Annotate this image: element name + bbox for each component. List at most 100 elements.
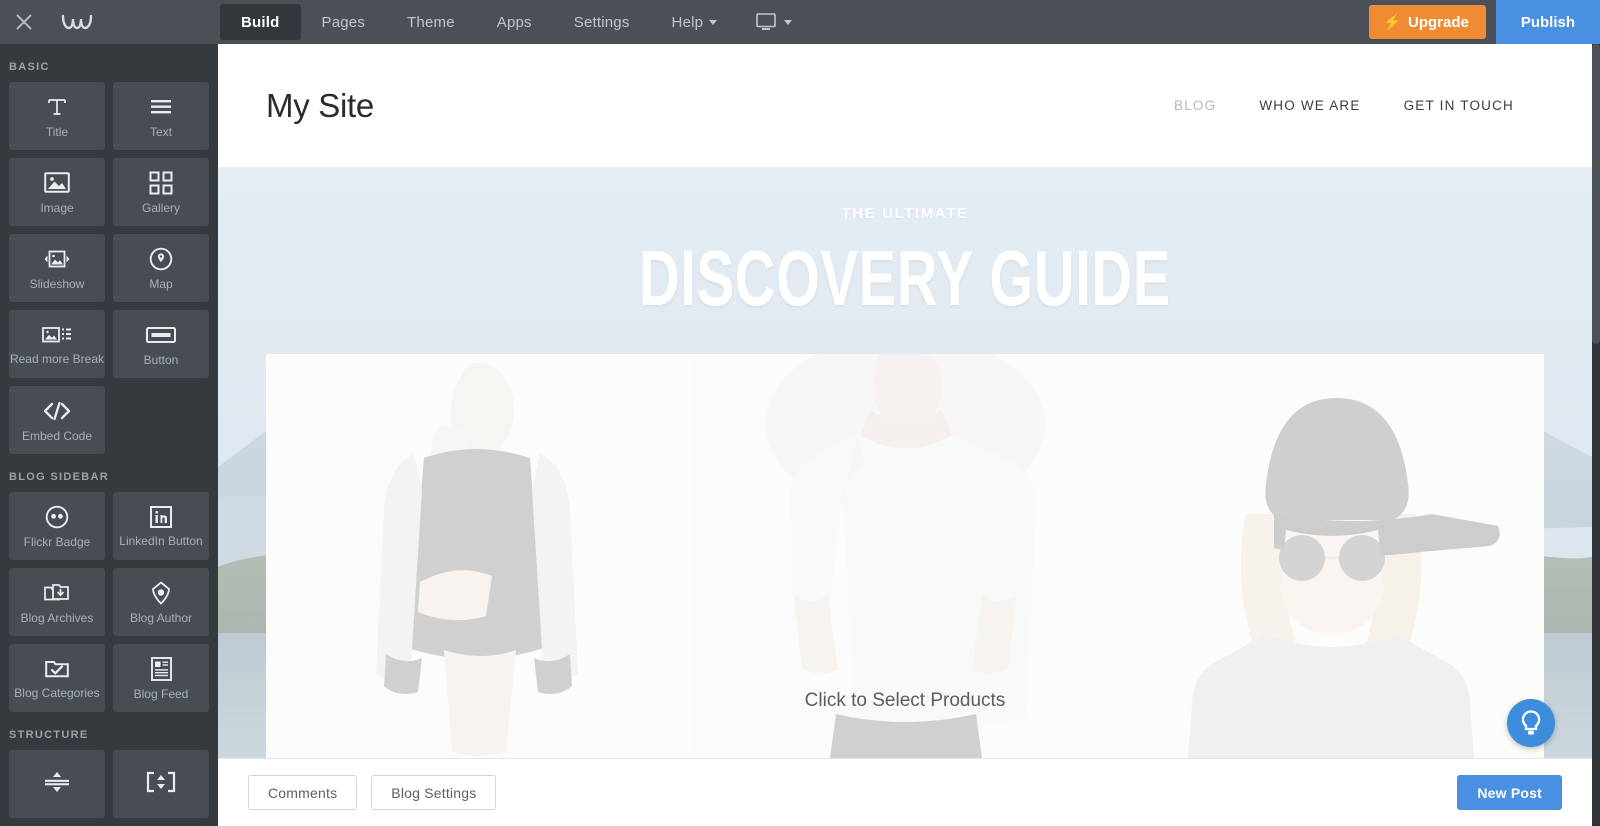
sidebar-item-label: Blog Categories	[14, 686, 100, 700]
nav-apps-label: Apps	[496, 13, 532, 31]
select-products-label[interactable]: Click to Select Products	[266, 690, 1544, 712]
lightning-bolt-icon: ⚡	[1383, 13, 1402, 31]
nav-pages-label: Pages	[321, 13, 366, 31]
nav-theme[interactable]: Theme	[386, 0, 476, 44]
blog-settings-label: Blog Settings	[391, 784, 477, 801]
nav-build-label: Build	[241, 13, 280, 31]
top-actions: ⚡ Upgrade Publish	[1369, 0, 1600, 44]
sidebar-item-label: Gallery	[141, 200, 180, 215]
nav-apps[interactable]: Apps	[476, 0, 553, 44]
sidebar-item-spacer[interactable]	[9, 750, 105, 818]
sidebar-item-pocket[interactable]	[113, 750, 209, 818]
sidebar-item-read-more-break[interactable]: Read more Break	[9, 310, 105, 378]
sidebar-item-label: Button	[143, 352, 179, 367]
sidebar-item-text[interactable]: Text	[113, 82, 209, 150]
new-post-label: New Post	[1477, 784, 1542, 801]
gallery-grid-icon	[149, 170, 173, 196]
publish-label: Publish	[1520, 13, 1575, 31]
sidebar-item-gallery[interactable]: Gallery	[113, 158, 209, 226]
desktop-monitor-icon	[756, 13, 777, 30]
weebly-editor: Build Pages Theme Apps Settings Help ⚡ U…	[0, 0, 1600, 826]
sidebar-item-embed-code[interactable]: Embed Code	[9, 386, 105, 454]
comments-label: Comments	[268, 784, 338, 801]
read-more-break-icon	[42, 322, 72, 348]
chevron-down-icon	[709, 19, 718, 25]
slideshow-icon	[42, 246, 72, 272]
upgrade-label: Upgrade	[1407, 13, 1469, 31]
publish-button[interactable]: Publish	[1495, 0, 1600, 44]
site-nav-get-in-touch[interactable]: GET IN TOUCH	[1404, 98, 1514, 113]
sidebar-item-slideshow[interactable]: Slideshow	[9, 234, 105, 302]
sidebar-item-label: Slideshow	[29, 276, 85, 291]
new-post-button[interactable]: New Post	[1457, 775, 1562, 810]
comments-button[interactable]: Comments	[248, 775, 358, 810]
nav-theme-label: Theme	[407, 13, 455, 31]
site-nav-blog[interactable]: BLOG	[1174, 98, 1216, 113]
sidebar-item-label: Read more Break	[9, 352, 105, 366]
sidebar-item-blog-categories[interactable]: Blog Categories	[9, 644, 105, 712]
site-nav-who-we-are[interactable]: WHO WE ARE	[1259, 98, 1360, 113]
nav-build[interactable]: Build	[220, 4, 301, 40]
sidebar-item-flickr-badge[interactable]: Flickr Badge	[9, 492, 105, 560]
sidebar-item-map[interactable]: Map	[113, 234, 209, 302]
sidebar-item-title[interactable]: Title	[9, 82, 105, 150]
sidebar-item-label: Text	[149, 124, 172, 139]
title-T-icon	[46, 94, 68, 120]
top-toolbar: Build Pages Theme Apps Settings Help ⚡ U…	[0, 0, 1600, 44]
map-pin-icon	[149, 246, 173, 272]
blog-categories-icon	[45, 656, 69, 682]
device-preview-switcher[interactable]	[738, 0, 810, 44]
site-title[interactable]: My Site	[266, 87, 374, 125]
nav-settings[interactable]: Settings	[553, 0, 651, 44]
elements-sidebar[interactable]: BASIC Title Text Image Gallery Slideshow…	[0, 44, 218, 826]
blog-feed-icon	[150, 656, 172, 682]
sidebar-item-label: Flickr Badge	[23, 534, 91, 549]
site-preview-canvas[interactable]: My Site BLOG WHO WE ARE GET IN TOUCH THE…	[218, 44, 1592, 826]
sidebar-item-linkedin-button[interactable]: LinkedIn Button	[113, 492, 209, 560]
chevron-down-icon	[784, 19, 793, 25]
spacer-divider-icon	[42, 769, 72, 795]
sidebar-item-image[interactable]: Image	[9, 158, 105, 226]
blog-archives-icon	[44, 580, 70, 606]
canvas-scrollbar[interactable]	[1592, 44, 1600, 826]
embed-code-icon	[42, 398, 72, 424]
canvas-scrollbar-thumb[interactable]	[1592, 44, 1600, 344]
site-nav: BLOG WHO WE ARE GET IN TOUCH	[1174, 98, 1544, 113]
blog-author-icon	[149, 580, 173, 606]
sidebar-item-label: Embed Code	[21, 428, 93, 443]
sidebar-item-blog-feed[interactable]: Blog Feed	[113, 644, 209, 712]
close-icon	[16, 14, 32, 30]
weebly-logo-button[interactable]	[48, 0, 106, 44]
blog-settings-button[interactable]: Blog Settings	[371, 775, 497, 810]
help-assistant-button[interactable]	[1507, 699, 1555, 747]
site-header[interactable]: My Site BLOG WHO WE ARE GET IN TOUCH	[218, 44, 1592, 167]
sidebar-heading-basic: BASIC	[9, 61, 50, 73]
flickr-badge-icon	[45, 504, 69, 530]
sidebar-item-label: Blog Archives	[20, 610, 94, 625]
sidebar-group-structure	[9, 750, 209, 818]
sidebar-item-label: Blog Feed	[133, 686, 189, 701]
sidebar-item-blog-archives[interactable]: Blog Archives	[9, 568, 105, 636]
sidebar-item-blog-author[interactable]: Blog Author	[113, 568, 209, 636]
sidebar-item-label: LinkedIn Button	[119, 534, 203, 548]
main-nav: Build Pages Theme Apps Settings Help	[220, 0, 738, 44]
sidebar-group-basic: Title Text Image Gallery Slideshow Map R…	[9, 82, 209, 454]
sidebar-group-blog-sidebar: Flickr Badge LinkedIn Button Blog Archiv…	[9, 492, 209, 712]
sidebar-item-button[interactable]: Button	[113, 310, 209, 378]
linkedin-button-icon	[150, 504, 172, 530]
sidebar-item-label: Blog Author	[129, 610, 193, 625]
nav-help-label: Help	[671, 13, 704, 31]
sidebar-item-label: Title	[45, 124, 69, 139]
nav-pages[interactable]: Pages	[301, 0, 387, 44]
sidebar-item-label: Image	[40, 200, 74, 215]
nav-help[interactable]: Help	[651, 0, 739, 44]
product-gallery[interactable]: Click to Select Products	[266, 354, 1544, 758]
lightbulb-icon	[1521, 710, 1541, 735]
hero-banner[interactable]: THE ULTIMATE DISCOVERY GUIDE Click to Se…	[218, 167, 1592, 758]
image-icon	[44, 170, 70, 196]
close-editor-button[interactable]	[0, 0, 48, 44]
upgrade-button[interactable]: ⚡ Upgrade	[1369, 5, 1486, 39]
nav-settings-label: Settings	[573, 13, 630, 31]
site-scroll-region: My Site BLOG WHO WE ARE GET IN TOUCH THE…	[218, 44, 1592, 758]
